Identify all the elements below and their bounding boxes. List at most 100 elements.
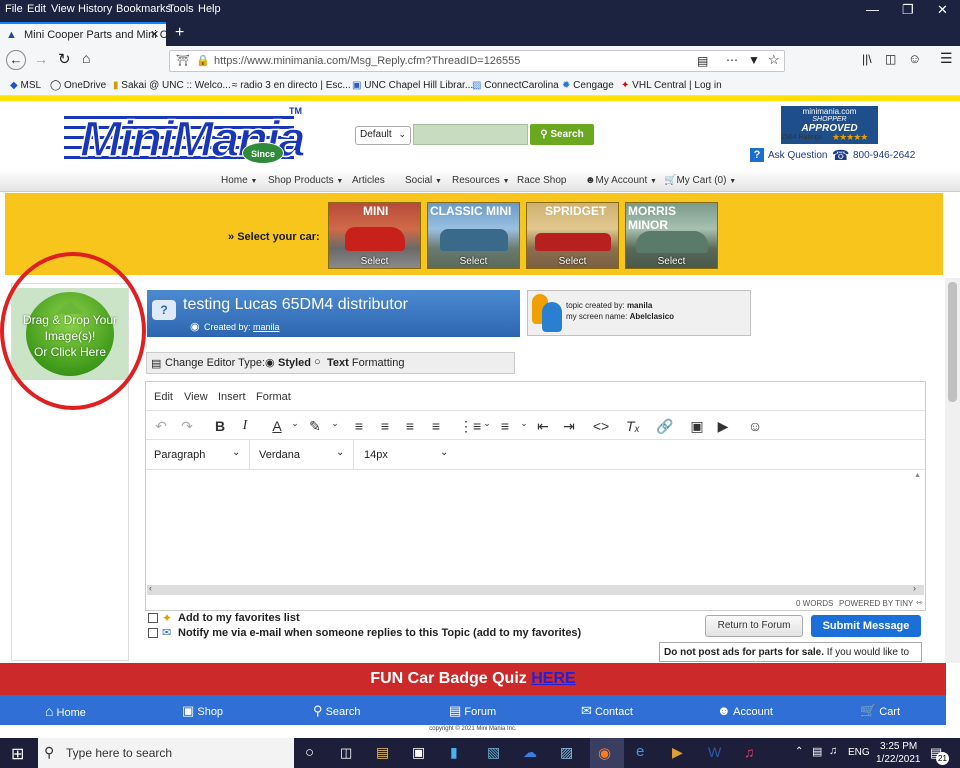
more-actions-icon[interactable]: ⋯: [726, 53, 738, 67]
bottom-nav-contact[interactable]: ✉ Contact: [581, 703, 633, 719]
word-icon[interactable]: W: [708, 744, 721, 760]
quiz-here-link[interactable]: HERE: [531, 670, 576, 687]
search-scope-select[interactable]: Default ⌄: [355, 126, 411, 145]
radio-styled[interactable]: ◉: [265, 356, 275, 369]
align-justify-icon[interactable]: ≡: [427, 418, 445, 434]
minimania-logo[interactable]: MiniMania TM Since 1974: [64, 106, 308, 181]
cortana-icon[interactable]: ○: [305, 744, 314, 761]
search-input[interactable]: [413, 124, 528, 145]
firefox-icon[interactable]: ◉: [598, 744, 611, 762]
creator-link[interactable]: manila: [253, 322, 280, 332]
clock-date[interactable]: 1/22/2021: [876, 754, 921, 765]
restore-icon[interactable]: ❐: [902, 2, 914, 18]
question-icon[interactable]: ?: [750, 148, 764, 162]
ask-question-link[interactable]: Ask Question: [768, 150, 827, 161]
file-explorer-icon[interactable]: ▤: [376, 744, 389, 761]
menu-edit[interactable]: Edit: [27, 3, 46, 15]
undo-icon[interactable]: ↶: [152, 418, 170, 435]
volume-icon[interactable]: ♫: [829, 745, 837, 757]
horizontal-scrollbar[interactable]: ‹ ›: [147, 583, 924, 595]
editor-menu-edit[interactable]: Edit: [154, 391, 173, 403]
nav-social[interactable]: Social ▼: [405, 175, 442, 186]
page-scrollbar[interactable]: [945, 278, 960, 663]
bottom-nav-account[interactable]: ☻ Account: [717, 703, 773, 718]
image-icon[interactable]: ▣: [688, 418, 706, 435]
bottom-nav-shop[interactable]: ▣ Shop: [182, 703, 223, 719]
chevron-down-icon[interactable]: ⌄: [286, 418, 304, 429]
align-right-icon[interactable]: ≡: [401, 418, 419, 434]
bottom-nav-home[interactable]: ⌂ Home: [45, 703, 86, 719]
notify-checkbox[interactable]: [148, 628, 158, 638]
indent-icon[interactable]: ⇥: [560, 418, 578, 435]
chevron-down-icon[interactable]: ⌄: [478, 418, 496, 429]
language-indicator[interactable]: ENG: [848, 747, 870, 758]
bullet-list-icon[interactable]: ⋮≡: [459, 418, 481, 435]
nav-resources[interactable]: Resources ▼: [452, 175, 510, 186]
store-icon[interactable]: ▣: [412, 744, 425, 761]
scrollbar-thumb[interactable]: [948, 282, 957, 402]
submit-message-button[interactable]: Submit Message: [811, 615, 921, 637]
chevron-down-icon[interactable]: ⌄: [232, 447, 240, 458]
editor-menu-view[interactable]: View: [184, 391, 208, 403]
chevron-down-icon[interactable]: ⌄: [515, 418, 533, 429]
edge-icon[interactable]: e: [636, 743, 644, 760]
music-icon[interactable]: ♫: [744, 744, 755, 760]
app-icon-3[interactable]: ▨: [560, 744, 573, 761]
reload-icon[interactable]: ↻: [58, 50, 71, 68]
reader-view-icon[interactable]: ▤: [697, 54, 708, 68]
link-icon[interactable]: 🔗: [656, 418, 674, 435]
menu-file[interactable]: File: [5, 3, 23, 15]
menu-view[interactable]: View: [51, 3, 75, 15]
car-morris-minor[interactable]: MORRIS MINOR Select: [625, 202, 718, 269]
nav-my-cart[interactable]: 🛒My Cart (0) ▼: [664, 175, 736, 186]
onedrive-icon[interactable]: ☁: [523, 744, 537, 761]
bold-icon[interactable]: B: [211, 418, 229, 434]
paragraph-select[interactable]: Paragraph: [154, 449, 205, 461]
bookmark-cengage[interactable]: ✹ Cengage: [562, 80, 614, 91]
forward-icon[interactable]: →: [34, 51, 48, 67]
hamburger-menu-icon[interactable]: ☰: [940, 50, 953, 67]
favorites-checkbox[interactable]: [148, 613, 158, 623]
clock-time[interactable]: 3:25 PM: [880, 741, 917, 752]
italic-icon[interactable]: I: [236, 418, 254, 434]
menu-help[interactable]: Help: [198, 3, 221, 15]
chevron-down-icon[interactable]: ⌄: [440, 447, 448, 458]
bookmark-vhl[interactable]: ✦ VHL Central | Log in: [621, 80, 722, 91]
address-bar[interactable]: ⛩ 🔒 https://www.minimania.com/Msg_Reply.…: [169, 50, 785, 72]
bottom-nav-cart[interactable]: 🛒 Cart: [860, 703, 900, 719]
app-icon-2[interactable]: ▧: [487, 744, 500, 761]
home-icon[interactable]: ⌂: [82, 50, 90, 66]
close-window-icon[interactable]: ✕: [937, 2, 948, 18]
car-mini[interactable]: MINI Select: [328, 202, 421, 269]
bookmark-msl[interactable]: ◆ MSL: [10, 80, 41, 91]
nav-articles[interactable]: Articles: [352, 175, 385, 186]
minimize-icon[interactable]: —: [866, 2, 879, 17]
bottom-nav-search[interactable]: ⚲ Search: [313, 703, 360, 719]
pocket-icon[interactable]: ▼: [748, 53, 760, 67]
emoji-icon[interactable]: ☺: [746, 418, 764, 434]
redo-icon[interactable]: ↷: [178, 418, 196, 435]
resize-handle-icon[interactable]: ⇿: [916, 598, 923, 607]
menu-history[interactable]: History: [78, 3, 112, 15]
scroll-right-icon[interactable]: ›: [913, 583, 916, 593]
chevron-down-icon[interactable]: ⌄: [336, 447, 344, 458]
back-icon[interactable]: ←: [6, 50, 26, 70]
font-select[interactable]: Verdana: [259, 449, 300, 461]
code-icon[interactable]: <>: [592, 418, 610, 434]
editor-menu-insert[interactable]: Insert: [218, 391, 246, 403]
nav-race-shop[interactable]: Race Shop: [517, 175, 566, 186]
search-button[interactable]: ⚲ Search: [530, 124, 594, 145]
scroll-left-icon[interactable]: ‹: [149, 583, 152, 593]
car-spridget[interactable]: SPRIDGET Select: [526, 202, 619, 269]
scroll-up-icon[interactable]: ▲: [914, 472, 921, 479]
align-center-icon[interactable]: ≡: [376, 418, 394, 434]
radio-text[interactable]: ○: [314, 356, 321, 368]
account-icon[interactable]: ☺: [908, 51, 921, 66]
taskbar-search-box[interactable]: ⚲ Type here to search: [38, 738, 294, 768]
menu-bookmarks[interactable]: Bookmarks: [116, 3, 171, 15]
outdent-icon[interactable]: ⇤: [534, 418, 552, 435]
nav-my-account[interactable]: ☻My Account ▼: [585, 175, 657, 186]
car-classic-mini[interactable]: CLASSIC MINI Select: [427, 202, 520, 269]
bookmark-radio3[interactable]: ≈ radio 3 en directo | Esc...: [232, 80, 351, 91]
editor-menu-format[interactable]: Format: [256, 391, 291, 403]
